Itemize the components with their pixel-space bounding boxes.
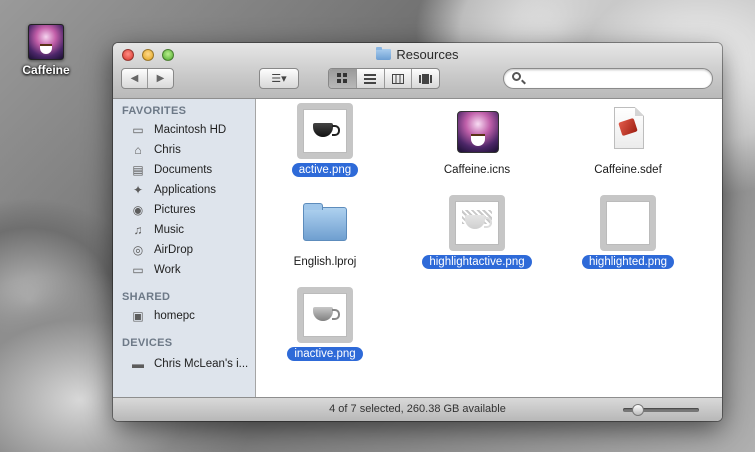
file-name: highlighted.png [581, 255, 674, 269]
sidebar-item-label: Pictures [154, 204, 196, 216]
file-item-highlightactive-png[interactable]: highlightactive.png [412, 195, 542, 270]
devices-header: DEVICES [122, 337, 173, 349]
column-view-icon [391, 73, 404, 84]
music-icon: ♫ [133, 223, 143, 237]
column-view-button[interactable] [383, 69, 412, 88]
view-switcher [328, 68, 440, 89]
sidebar: FAVORITES ▭ Macintosh HD ⌂ Chris ▤ Document… [113, 99, 256, 397]
file-item-caffeine-sdef[interactable]: Caffeine.sdef [563, 103, 693, 178]
search-icon [512, 72, 521, 81]
sidebar-item-label: Documents [154, 164, 213, 176]
folder-icon: ▭ [132, 263, 144, 277]
file-item-inactive-png[interactable]: inactive.png [260, 287, 390, 362]
sidebar-item-pictures[interactable]: ◉ Pictures [130, 201, 254, 219]
desktop-icon-label: Caffeine [22, 63, 70, 77]
back-forward-control: ◀ ▶ [121, 68, 174, 89]
computer-icon: ▣ [132, 309, 144, 323]
favorites-header: FAVORITES [122, 105, 187, 117]
arrange-icon: ☰▾ [271, 73, 287, 85]
shared-header: SHARED [122, 291, 171, 303]
sidebar-item-label: Work [154, 264, 181, 276]
sidebar-item-label: Applications [154, 184, 217, 196]
sidebar-item-homepc[interactable]: ▣ homepc [130, 307, 254, 325]
file-name: Caffeine.icns [443, 164, 511, 176]
search-input[interactable] [528, 71, 707, 88]
file-item-english-lproj[interactable]: English.lproj [260, 195, 390, 270]
file-item-active-png[interactable]: active.png [260, 103, 390, 178]
file-thumbnail [600, 195, 656, 251]
search-field[interactable] [503, 68, 713, 89]
sidebar-item-music[interactable]: ♫ Music [130, 221, 254, 239]
caffeine-app-icon [28, 24, 64, 60]
sidebar-item-label: Chris McLean's i... [154, 358, 249, 370]
icon-view-button[interactable] [329, 69, 356, 88]
status-bar: 4 of 7 selected, 260.38 GB available [113, 397, 722, 421]
coffee-cup-icon [313, 123, 340, 137]
sidebar-item-label: AirDrop [154, 244, 193, 256]
file-name: highlightactive.png [422, 255, 532, 269]
sidebar-item-work[interactable]: ▭ Work [130, 261, 254, 279]
documents-icon: ▤ [132, 163, 144, 177]
window-title: Resources [113, 47, 722, 62]
file-thumbnail [297, 195, 353, 251]
coffee-cup-icon [313, 307, 340, 321]
caffeine-app-icon [457, 111, 499, 153]
file-name: active.png [291, 163, 359, 177]
sidebar-item-airdrop[interactable]: ◎ AirDrop [130, 241, 254, 259]
file-item-caffeine-icns[interactable]: Caffeine.icns [412, 103, 542, 178]
file-thumbnail [297, 287, 353, 343]
applications-icon: ✦ [132, 183, 144, 197]
sidebar-item-label: Chris [154, 144, 181, 156]
icon-size-slider[interactable] [623, 404, 699, 416]
script-dictionary-icon [614, 107, 644, 149]
icon-view-icon [336, 73, 347, 83]
coffee-cup-icon [616, 215, 636, 229]
file-thumbnail [449, 195, 505, 251]
window-title-text: Resources [396, 47, 459, 62]
sidebar-item-documents[interactable]: ▤ Documents [130, 161, 254, 179]
file-item-highlighted-png[interactable]: highlighted.png [563, 195, 693, 270]
home-icon: ⌂ [134, 143, 142, 157]
file-browser: active.png Caffeine.icns Caffeine.sdef E… [256, 99, 722, 397]
sidebar-item-label: Music [154, 224, 185, 236]
list-view-button[interactable] [355, 69, 384, 88]
coverflow-view-icon [419, 73, 433, 84]
laptop-icon: ▬ [132, 357, 144, 371]
file-name: Caffeine.sdef [594, 164, 662, 176]
folder-icon [303, 203, 347, 241]
file-thumbnail [297, 103, 353, 159]
camera-icon: ◉ [132, 203, 144, 217]
desktop-caffeine-app[interactable]: Caffeine [14, 24, 78, 77]
list-view-icon [364, 73, 377, 84]
sidebar-item-label: Macintosh HD [154, 124, 227, 136]
forward-button[interactable]: ▶ [148, 73, 173, 84]
finder-window: Resources ◀ ▶ ☰▾ FAVORITES ▭ Macintosh H… [113, 43, 722, 421]
arrange-button[interactable]: ☰▾ [259, 68, 299, 89]
folder-icon [376, 47, 392, 60]
airdrop-icon: ◎ [132, 243, 144, 257]
coverflow-view-button[interactable] [411, 69, 439, 88]
sidebar-item-macintosh-hd[interactable]: ▭ Macintosh HD [130, 121, 254, 139]
titlebar[interactable]: Resources ◀ ▶ ☰▾ [113, 43, 722, 99]
back-button[interactable]: ◀ [122, 73, 147, 84]
coffee-cup-icon [465, 215, 492, 229]
hard-drive-icon: ▭ [132, 123, 144, 137]
file-name: English.lproj [293, 256, 357, 268]
sidebar-item-applications[interactable]: ✦ Applications [130, 181, 254, 199]
file-thumbnail [449, 103, 505, 159]
sidebar-item-label: homepc [154, 310, 195, 322]
sidebar-item-chris[interactable]: ⌂ Chris [130, 141, 254, 159]
file-thumbnail [600, 103, 656, 159]
sidebar-item-chris-macbook[interactable]: ▬ Chris McLean's i... [130, 355, 254, 373]
file-name: inactive.png [287, 347, 363, 361]
